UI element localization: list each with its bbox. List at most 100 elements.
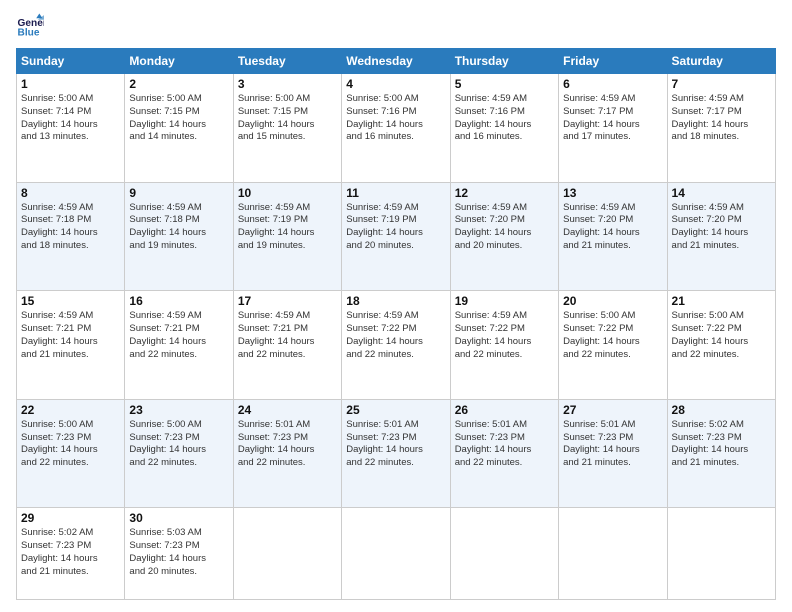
day-number: 22 [21,403,120,417]
calendar-cell: 11Sunrise: 4:59 AM Sunset: 7:19 PM Dayli… [342,182,450,291]
day-info: Sunrise: 5:00 AM Sunset: 7:23 PM Dayligh… [21,419,120,470]
day-number: 6 [563,77,662,91]
day-number: 9 [129,186,228,200]
day-number: 7 [672,77,771,91]
calendar-cell: 24 Sunrise: 5:01 AM Sunset: 7:23 PM Dayli… [233,399,341,508]
day-number: 21 [672,294,771,308]
day-info: Sunrise: 4:59 AM Sunset: 7:17 PM Dayligh… [672,93,771,144]
day-info: Sunrise: 5:00 AM Sunset: 7:16 PM Dayligh… [346,93,445,144]
day-info: Sunrise: 4:59 AM Sunset: 7:21 PM Dayligh… [21,310,120,361]
day-number: 2 [129,77,228,91]
day-info: Sunrise: 4:59 AM Sunset: 7:20 PM Dayligh… [563,202,662,253]
calendar-cell: 7 Sunrise: 4:59 AM Sunset: 7:17 PM Daylig… [667,74,775,183]
day-number: 25 [346,403,445,417]
day-info: Sunrise: 4:59 AM Sunset: 7:22 PM Dayligh… [346,310,445,361]
day-info: Sunrise: 5:01 AM Sunset: 7:23 PM Dayligh… [563,419,662,470]
day-number: 1 [21,77,120,91]
calendar-cell: 18 Sunrise: 4:59 AM Sunset: 7:22 PM Dayli… [342,291,450,400]
calendar-cell: 21 Sunrise: 5:00 AM Sunset: 7:22 PM Dayli… [667,291,775,400]
calendar-cell: 15 Sunrise: 4:59 AM Sunset: 7:21 PM Dayli… [17,291,125,400]
day-info: Sunrise: 4:59 AM Sunset: 7:22 PM Dayligh… [455,310,554,361]
calendar-cell: 6 Sunrise: 4:59 AM Sunset: 7:17 PM Daylig… [559,74,667,183]
day-number: 26 [455,403,554,417]
calendar-cell [667,508,775,600]
calendar-cell: 26 Sunrise: 5:01 AM Sunset: 7:23 PM Dayli… [450,399,558,508]
calendar-cell: 28 Sunrise: 5:02 AM Sunset: 7:23 PM Dayli… [667,399,775,508]
calendar-cell [342,508,450,600]
logo: General Blue [16,12,46,40]
calendar-cell: 3 Sunrise: 5:00 AM Sunset: 7:15 PM Daylig… [233,74,341,183]
day-info: Sunrise: 4:59 AM Sunset: 7:16 PM Dayligh… [455,93,554,144]
calendar-table: SundayMondayTuesdayWednesdayThursdayFrid… [16,48,776,600]
day-number: 28 [672,403,771,417]
day-info: Sunrise: 5:00 AM Sunset: 7:15 PM Dayligh… [238,93,337,144]
calendar-cell [450,508,558,600]
calendar-cell: 16Sunrise: 4:59 AM Sunset: 7:21 PM Dayli… [125,291,233,400]
calendar-cell: 23 Sunrise: 5:00 AM Sunset: 7:23 PM Dayli… [125,399,233,508]
calendar-cell: 8 Sunrise: 4:59 AM Sunset: 7:18 PM Daylig… [17,182,125,291]
day-info: Sunrise: 5:00 AM Sunset: 7:14 PM Dayligh… [21,93,120,144]
day-info: Sunrise: 5:00 AM Sunset: 7:22 PM Dayligh… [563,310,662,361]
calendar-cell: 1 Sunrise: 5:00 AM Sunset: 7:14 PM Daylig… [17,74,125,183]
day-info: Sunrise: 5:02 AM Sunset: 7:23 PM Dayligh… [672,419,771,470]
day-number: 13 [563,186,662,200]
calendar-cell: 17 Sunrise: 4:59 AM Sunset: 7:21 PM Dayli… [233,291,341,400]
calendar-cell [233,508,341,600]
day-info: Sunrise: 4:59 AM Sunset: 7:21 PM Dayligh… [238,310,337,361]
calendar-cell: 20 Sunrise: 5:00 AM Sunset: 7:22 PM Dayli… [559,291,667,400]
day-number: 8 [21,186,120,200]
calendar-cell: 9 Sunrise: 4:59 AM Sunset: 7:18 PM Daylig… [125,182,233,291]
svg-text:Blue: Blue [18,27,40,38]
col-header-thursday: Thursday [450,49,558,74]
calendar-cell: 19 Sunrise: 4:59 AM Sunset: 7:22 PM Dayli… [450,291,558,400]
calendar-cell: 27 Sunrise: 5:01 AM Sunset: 7:23 PM Dayli… [559,399,667,508]
day-info: Sunrise: 4:59 AM Sunset: 7:18 PM Dayligh… [129,202,228,253]
calendar-cell: 2 Sunrise: 5:00 AM Sunset: 7:15 PM Daylig… [125,74,233,183]
header: General Blue [16,12,776,40]
day-info: Sunrise: 5:00 AM Sunset: 7:15 PM Dayligh… [129,93,228,144]
day-number: 10 [238,186,337,200]
day-number: 15 [21,294,120,308]
col-header-saturday: Saturday [667,49,775,74]
calendar-cell: 10Sunrise: 4:59 AM Sunset: 7:19 PM Dayli… [233,182,341,291]
calendar-cell: 29 Sunrise: 5:02 AM Sunset: 7:23 PM Dayli… [17,508,125,600]
day-number: 18 [346,294,445,308]
day-number: 29 [21,511,120,525]
day-number: 17 [238,294,337,308]
day-number: 19 [455,294,554,308]
calendar-cell [559,508,667,600]
calendar-cell: 25 Sunrise: 5:01 AM Sunset: 7:23 PM Dayli… [342,399,450,508]
day-number: 16 [129,294,228,308]
calendar-cell: 30 Sunrise: 5:03 AM Sunset: 7:23 PM Dayli… [125,508,233,600]
calendar-page: General Blue SundayMondayTuesdayWednesda… [0,0,792,612]
col-header-wednesday: Wednesday [342,49,450,74]
day-info: Sunrise: 4:59 AM Sunset: 7:17 PM Dayligh… [563,93,662,144]
calendar-cell: 13 Sunrise: 4:59 AM Sunset: 7:20 PM Dayli… [559,182,667,291]
day-number: 20 [563,294,662,308]
calendar-cell: 4 Sunrise: 5:00 AM Sunset: 7:16 PM Daylig… [342,74,450,183]
day-info: Sunrise: 5:02 AM Sunset: 7:23 PM Dayligh… [21,527,120,578]
day-info: Sunrise: 4:59 AM Sunset: 7:20 PM Dayligh… [455,202,554,253]
day-info: Sunrise: 5:01 AM Sunset: 7:23 PM Dayligh… [346,419,445,470]
day-info: Sunrise: 5:03 AM Sunset: 7:23 PM Dayligh… [129,527,228,578]
day-info: Sunrise: 5:00 AM Sunset: 7:23 PM Dayligh… [129,419,228,470]
day-number: 4 [346,77,445,91]
calendar-cell: 14 Sunrise: 4:59 AM Sunset: 7:20 PM Dayli… [667,182,775,291]
day-info: Sunrise: 5:01 AM Sunset: 7:23 PM Dayligh… [455,419,554,470]
logo-icon: General Blue [16,12,44,40]
day-number: 12 [455,186,554,200]
calendar-cell: 22 Sunrise: 5:00 AM Sunset: 7:23 PM Dayli… [17,399,125,508]
col-header-sunday: Sunday [17,49,125,74]
day-number: 30 [129,511,228,525]
day-number: 27 [563,403,662,417]
day-number: 23 [129,403,228,417]
day-info: Sunrise: 4:59 AM Sunset: 7:18 PM Dayligh… [21,202,120,253]
col-header-tuesday: Tuesday [233,49,341,74]
day-info: Sunrise: 5:01 AM Sunset: 7:23 PM Dayligh… [238,419,337,470]
day-info: Sunrise: 4:59 AM Sunset: 7:20 PM Dayligh… [672,202,771,253]
day-info: Sunrise: 5:00 AM Sunset: 7:22 PM Dayligh… [672,310,771,361]
day-number: 24 [238,403,337,417]
day-number: 14 [672,186,771,200]
day-number: 3 [238,77,337,91]
calendar-cell: 5Sunrise: 4:59 AM Sunset: 7:16 PM Daylig… [450,74,558,183]
